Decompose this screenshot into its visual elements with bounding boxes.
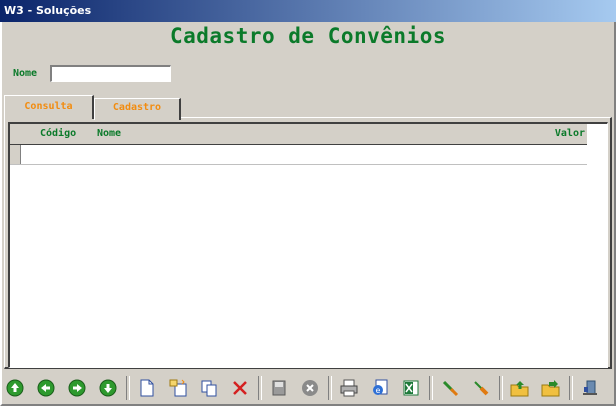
duplicate-icon[interactable] bbox=[196, 375, 222, 401]
window-title: W3 - Soluções bbox=[4, 4, 92, 17]
toolbar-separator bbox=[429, 376, 433, 400]
cancel-icon[interactable] bbox=[297, 375, 323, 401]
name-label: Nome bbox=[13, 68, 38, 79]
delete-icon[interactable] bbox=[227, 375, 253, 401]
new-document-icon[interactable] bbox=[134, 375, 160, 401]
down-arrow-icon[interactable] bbox=[95, 375, 121, 401]
exit-icon[interactable] bbox=[577, 375, 603, 401]
save-icon[interactable] bbox=[266, 375, 292, 401]
toolbar-separator bbox=[258, 376, 262, 400]
svg-text:e: e bbox=[376, 386, 381, 395]
window-titlebar: W3 - Soluções bbox=[0, 0, 616, 22]
toolbar-separator bbox=[126, 376, 130, 400]
import-folder-icon[interactable] bbox=[538, 375, 564, 401]
column-header-valor[interactable]: Valor bbox=[555, 128, 585, 139]
toolbar-separator bbox=[499, 376, 503, 400]
export-folder-icon[interactable] bbox=[507, 375, 533, 401]
excel-icon[interactable] bbox=[398, 375, 424, 401]
print-icon[interactable] bbox=[336, 375, 362, 401]
results-grid[interactable]: Código Nome Valor bbox=[8, 122, 608, 368]
grid-header: Código Nome Valor bbox=[10, 124, 587, 145]
page-title: Cadastro de Convênios bbox=[169, 24, 446, 48]
name-input[interactable] bbox=[50, 65, 171, 82]
column-header-codigo[interactable]: Código bbox=[40, 128, 76, 139]
up-arrow-icon[interactable] bbox=[2, 375, 28, 401]
copy-document-icon[interactable] bbox=[165, 375, 191, 401]
tab-cadastro[interactable]: Cadastro bbox=[94, 98, 181, 120]
toolbar: e bbox=[2, 373, 614, 403]
toolbar-separator bbox=[569, 376, 573, 400]
column-header-nome[interactable]: Nome bbox=[97, 128, 121, 139]
grid-scrollbar[interactable] bbox=[587, 124, 607, 367]
tools-icon[interactable] bbox=[437, 375, 463, 401]
toolbar-separator bbox=[328, 376, 332, 400]
right-arrow-icon[interactable] bbox=[64, 375, 90, 401]
table-row[interactable] bbox=[10, 145, 587, 165]
report-icon[interactable]: e bbox=[367, 375, 393, 401]
left-arrow-icon[interactable] bbox=[33, 375, 59, 401]
brush-icon[interactable] bbox=[468, 375, 494, 401]
row-indicator bbox=[10, 145, 21, 164]
tab-consulta[interactable]: Consulta bbox=[4, 95, 94, 119]
